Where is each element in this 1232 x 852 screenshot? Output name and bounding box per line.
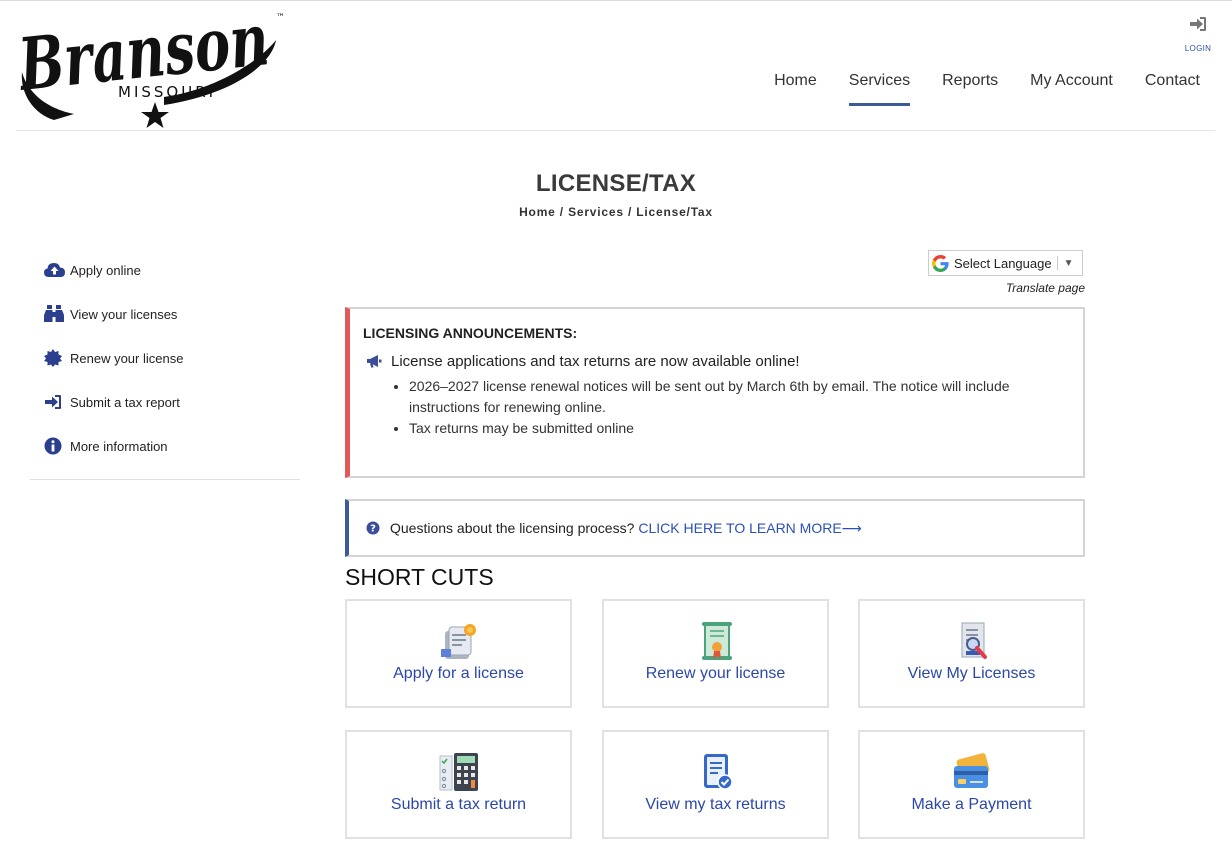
shortcut-submit-tax-return[interactable]: Submit a tax return	[345, 730, 572, 839]
logo-trademark: ™	[276, 13, 285, 23]
licensing-question-box: ? Questions about the licensing process?…	[345, 499, 1085, 557]
caret-down-icon: ▼	[1063, 257, 1074, 269]
sign-in-icon	[1190, 17, 1206, 31]
language-select-label: Select Language	[954, 255, 1052, 271]
main-nav: Home Services Reports My Account Contact	[742, 72, 1200, 106]
sidebar-item-view-licenses[interactable]: View your licenses	[44, 292, 183, 336]
sidebar-item-label: Submit a tax report	[70, 394, 180, 410]
shortcut-renew-license[interactable]: Renew your license	[602, 599, 829, 708]
certificate-scroll-icon	[701, 622, 732, 660]
shortcut-label: Renew your license	[645, 665, 786, 682]
translate-page-note: Translate page	[1005, 281, 1085, 295]
breadcrumb-home[interactable]: Home	[519, 205, 556, 219]
breadcrumb: Home / Services / License/Tax	[0, 205, 1232, 219]
sidebar: Apply online View your licenses Renew yo…	[44, 248, 183, 468]
nav-contact[interactable]: Contact	[1145, 72, 1200, 106]
question-circle-icon: ?	[366, 521, 380, 535]
announcement-heading: LICENSING ANNOUNCEMENTS:	[363, 325, 578, 341]
logo-sub-text: MISSOURI	[118, 83, 216, 101]
login-button[interactable]: LOGIN	[1182, 16, 1214, 53]
nav-my-account[interactable]: My Account	[1030, 72, 1113, 106]
breadcrumb-separator: /	[627, 205, 633, 219]
licensing-announcement-box: LICENSING ANNOUNCEMENTS: License applica…	[345, 307, 1085, 478]
sidebar-item-label: Renew your license	[70, 350, 184, 366]
sidebar-item-submit-tax-report[interactable]: Submit a tax report	[44, 380, 183, 424]
shortcut-label: Submit a tax return	[390, 796, 527, 813]
announcement-bullet: 2026–2027 license renewal notices will b…	[409, 376, 1070, 418]
shortcuts-title: SHORT CUTS	[345, 564, 494, 590]
breadcrumb-separator: /	[559, 205, 564, 219]
shortcut-make-payment[interactable]: Make a Payment	[858, 730, 1085, 839]
shortcut-view-tax-returns[interactable]: View my tax returns	[602, 730, 829, 839]
certificate-icon	[44, 349, 70, 367]
sidebar-item-apply-online[interactable]: Apply online	[44, 248, 183, 292]
breadcrumb-services[interactable]: Services	[568, 205, 624, 219]
language-select[interactable]: Select Language ▼	[928, 250, 1083, 276]
cloud-upload-icon	[44, 262, 70, 278]
nav-home[interactable]: Home	[774, 72, 817, 106]
breadcrumb-current: License/Tax	[636, 205, 713, 219]
shortcut-label: View my tax returns	[645, 796, 786, 813]
question-text: Questions about the licensing process?	[390, 520, 635, 536]
megaphone-icon	[367, 355, 391, 368]
sign-in-icon	[44, 394, 70, 410]
sidebar-item-renew-license[interactable]: Renew your license	[44, 336, 183, 380]
sidebar-item-label: Apply online	[70, 262, 141, 278]
binoculars-icon	[44, 305, 70, 323]
page-title: LICENSE/TAX	[535, 170, 697, 197]
document-search-icon	[961, 622, 987, 659]
branson-logo[interactable]: Branson MISSOURI ™	[14, 2, 289, 130]
shortcut-label: Make a Payment	[911, 796, 1032, 813]
learn-more-link[interactable]: CLICK HERE TO LEARN MORE⟶	[638, 520, 861, 537]
header-divider	[16, 130, 1215, 131]
google-icon	[932, 254, 949, 272]
shortcut-label: View My Licenses	[907, 665, 1036, 682]
announcement-bullet: Tax returns may be submitted online	[409, 418, 1070, 439]
calculator-checklist-icon	[439, 753, 478, 791]
announcement-main-text: License applications and tax returns are…	[391, 353, 800, 370]
shortcut-label: Apply for a license	[393, 665, 524, 682]
sidebar-divider	[30, 479, 300, 480]
nav-services[interactable]: Services	[848, 72, 911, 106]
announcement-bullets: 2026–2027 license renewal notices will b…	[363, 376, 1070, 439]
application-form-icon	[440, 624, 476, 659]
svg-text:?: ?	[370, 524, 376, 535]
select-separator	[1056, 256, 1058, 270]
nav-reports[interactable]: Reports	[942, 72, 998, 106]
sidebar-item-more-information[interactable]: More information	[44, 424, 183, 468]
top-border	[0, 0, 1232, 1]
shortcut-apply-license[interactable]: Apply for a license	[345, 599, 572, 708]
credit-card-icon	[953, 753, 989, 788]
sidebar-item-label: More information	[70, 438, 168, 454]
announcement-main: License applications and tax returns are…	[363, 353, 1070, 370]
shortcut-view-licenses[interactable]: View My Licenses	[858, 599, 1085, 708]
logo-star-icon	[141, 102, 169, 128]
login-label: LOGIN	[1184, 44, 1212, 53]
sidebar-item-label: View your licenses	[70, 306, 178, 322]
verified-document-icon	[703, 754, 733, 790]
info-circle-icon	[44, 437, 70, 455]
